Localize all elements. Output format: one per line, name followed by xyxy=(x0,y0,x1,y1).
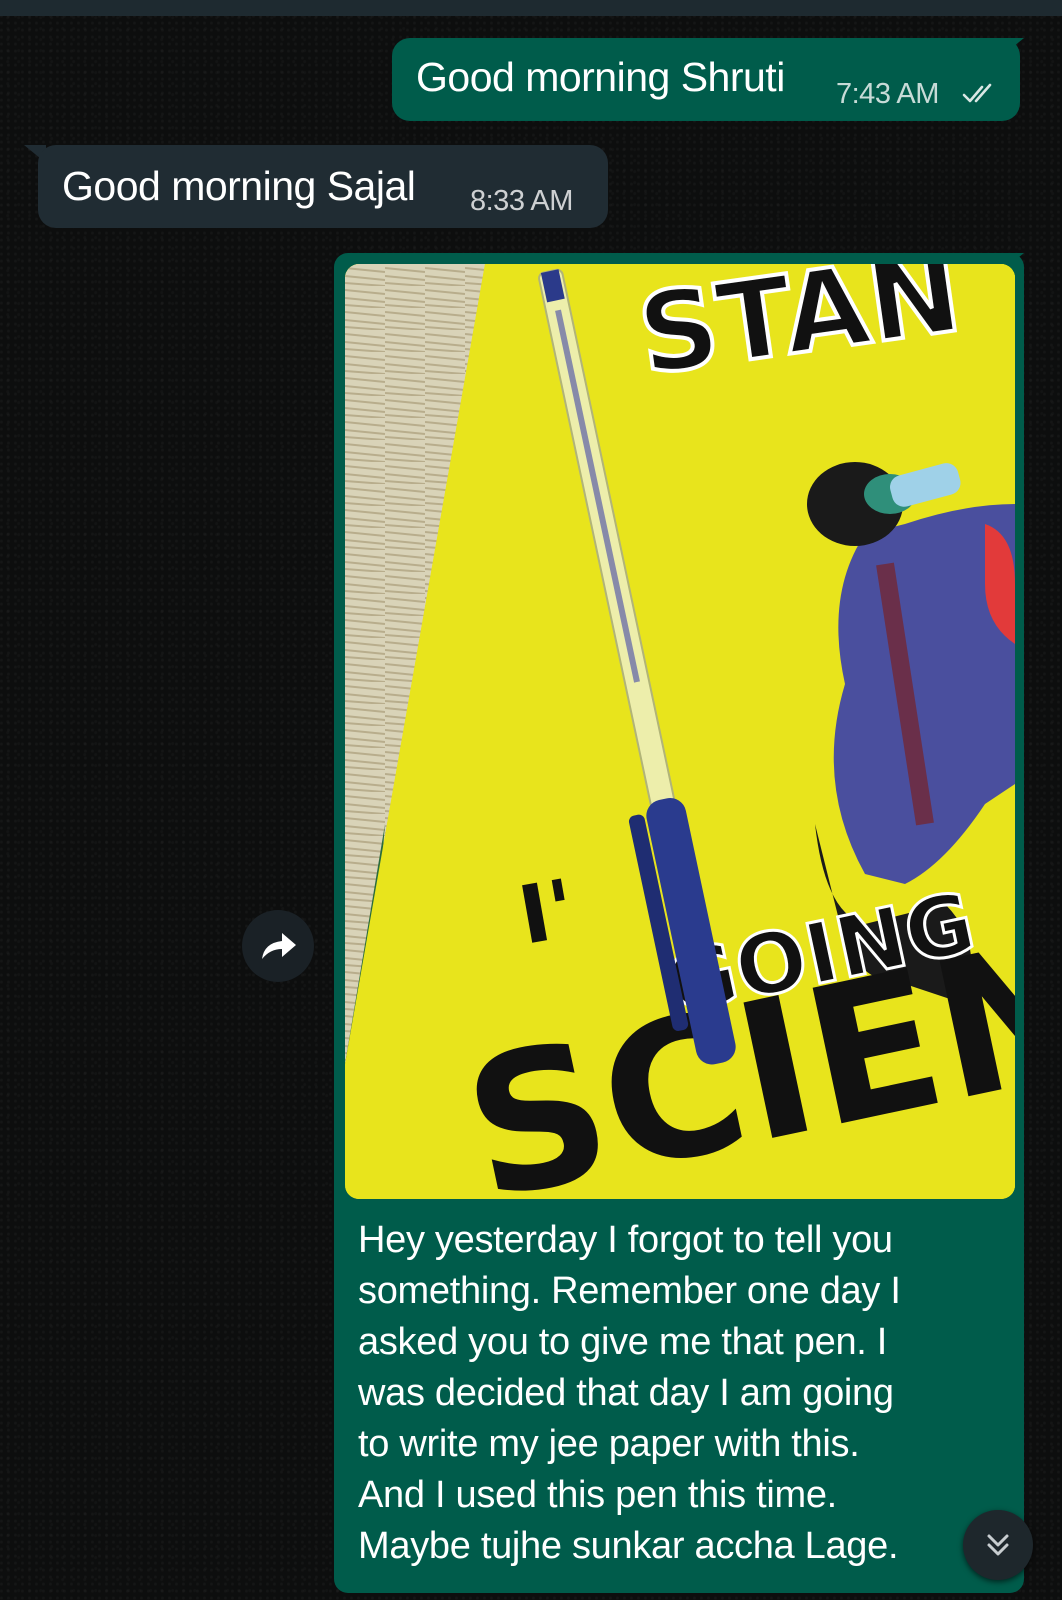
caption-line: to write my jee paper with this. xyxy=(358,1423,860,1465)
pen-on-book-photo: STAN I' GOING SCIEN xyxy=(345,264,1015,1199)
message-time: 8:33 AM xyxy=(470,185,573,217)
caption-line: was decided that day I am going xyxy=(358,1372,894,1414)
double-check-icon xyxy=(962,83,992,103)
outgoing-message-bubble[interactable]: Good morning Shruti 7:43 AM xyxy=(392,38,1020,121)
caption-line: asked you to give me that pen. I xyxy=(358,1321,888,1363)
shared-photo[interactable]: STAN I' GOING SCIEN xyxy=(345,264,1015,1199)
forward-arrow-icon xyxy=(262,933,296,959)
message-text: Good morning Shruti xyxy=(416,54,785,100)
scroll-to-bottom-button[interactable] xyxy=(963,1510,1033,1580)
image-caption: Hey yesterday I forgot to tell you somet… xyxy=(358,1215,998,1572)
forward-button[interactable] xyxy=(242,910,314,982)
message-text: Good morning Sajal xyxy=(62,163,416,209)
double-chevron-down-icon xyxy=(987,1534,1009,1556)
caption-line: Maybe tujhe sunkar accha Lage. xyxy=(358,1525,899,1567)
caption-line: Hey yesterday I forgot to tell you xyxy=(358,1219,893,1261)
top-edge xyxy=(0,0,1062,16)
incoming-message-bubble[interactable]: Good morning Sajal 8:33 AM xyxy=(38,145,608,228)
message-time: 7:43 AM xyxy=(836,78,939,110)
caption-line: something. Remember one day I xyxy=(358,1270,901,1312)
caption-line: And I used this pen this time. xyxy=(358,1474,837,1516)
